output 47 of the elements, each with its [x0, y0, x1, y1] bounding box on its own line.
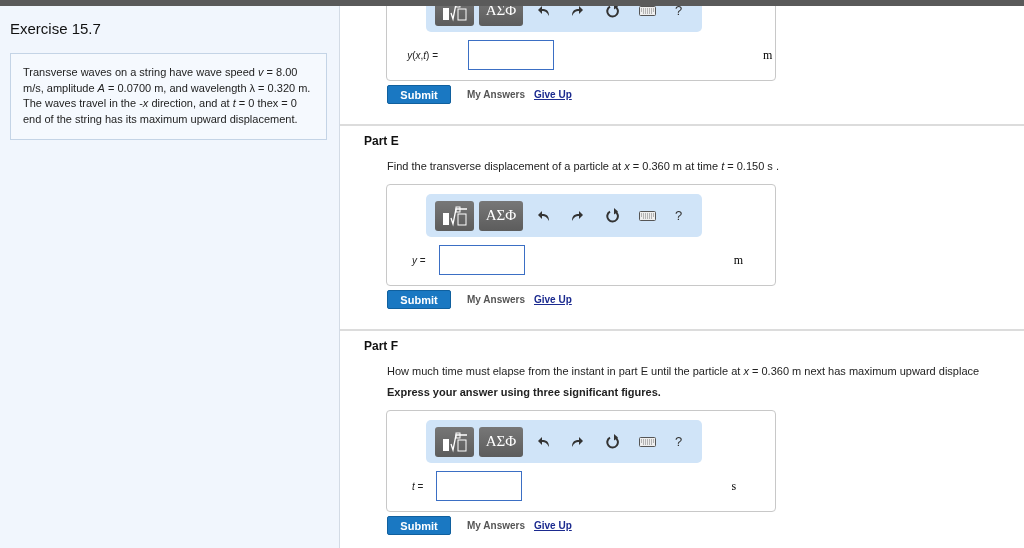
reset-icon[interactable]: [606, 6, 620, 18]
redo-icon[interactable]: [571, 209, 583, 222]
keyboard-icon[interactable]: [639, 6, 656, 16]
answer-field[interactable]: [438, 245, 525, 275]
keyboard-icon[interactable]: [639, 436, 656, 447]
template-icon: [440, 204, 469, 227]
template-button[interactable]: [435, 200, 474, 231]
answer-field[interactable]: [468, 40, 554, 70]
answer-label: y(x,t) =: [405, 49, 438, 61]
question-text: How much time must elapse from the instant in part E until the particle at x = 0.360 m next has maximum upward displace: [387, 365, 980, 377]
answer-field[interactable]: [436, 471, 523, 501]
symbols-button[interactable]: ΑΣΦ: [479, 426, 523, 457]
my-answers-link[interactable]: My Answers: [467, 520, 525, 531]
reset-icon[interactable]: [606, 208, 620, 223]
symbols-button[interactable]: ΑΣΦ: [479, 200, 523, 231]
give-up-link[interactable]: Give Up: [534, 89, 572, 100]
part-title: Part E: [364, 134, 399, 148]
template-button[interactable]: [435, 426, 474, 457]
undo-icon[interactable]: [538, 435, 550, 448]
help-button[interactable]: ?: [675, 208, 683, 223]
reset-icon[interactable]: [606, 434, 620, 449]
template-icon: [440, 6, 469, 22]
answer-label: y =: [412, 254, 426, 266]
undo-icon[interactable]: [538, 209, 550, 222]
submit-button[interactable]: Submit: [387, 290, 451, 309]
part-title: Part F: [364, 339, 398, 353]
help-button[interactable]: ?: [675, 434, 683, 449]
question-text: Find the transverse displacement of a particle at x = 0.360 m at time t = 0.150 s .: [387, 160, 779, 172]
unit-label: m: [763, 47, 773, 63]
help-button[interactable]: ?: [675, 6, 683, 18]
keyboard-icon[interactable]: [639, 210, 656, 221]
give-up-link[interactable]: Give Up: [534, 520, 572, 531]
instruction-text: Express your answer using three significant figures.: [387, 386, 661, 398]
redo-icon[interactable]: [571, 435, 583, 448]
submit-button[interactable]: Submit: [387, 516, 451, 535]
my-answers-link[interactable]: My Answers: [467, 89, 525, 100]
my-answers-link[interactable]: My Answers: [467, 294, 525, 305]
give-up-link[interactable]: Give Up: [534, 294, 572, 305]
unit-label: s: [731, 478, 737, 494]
undo-icon[interactable]: [538, 6, 550, 17]
problem-text: Transverse waves on a string have wave speed v = 8.00 m/s, amplitude A = 0.0700 m, and wavelength λ = 0.320 m. The waves travel in the -x direction, and at t = 0 thex = 0 end of the string has its maximum upward displacement.: [10, 53, 327, 140]
unit-label: m: [733, 252, 743, 268]
template-icon: [440, 430, 469, 453]
answer-label: t =: [412, 480, 424, 492]
exercise-title: Exercise 15.7: [10, 20, 102, 37]
redo-icon[interactable]: [571, 6, 583, 17]
submit-button[interactable]: Submit: [387, 85, 451, 104]
